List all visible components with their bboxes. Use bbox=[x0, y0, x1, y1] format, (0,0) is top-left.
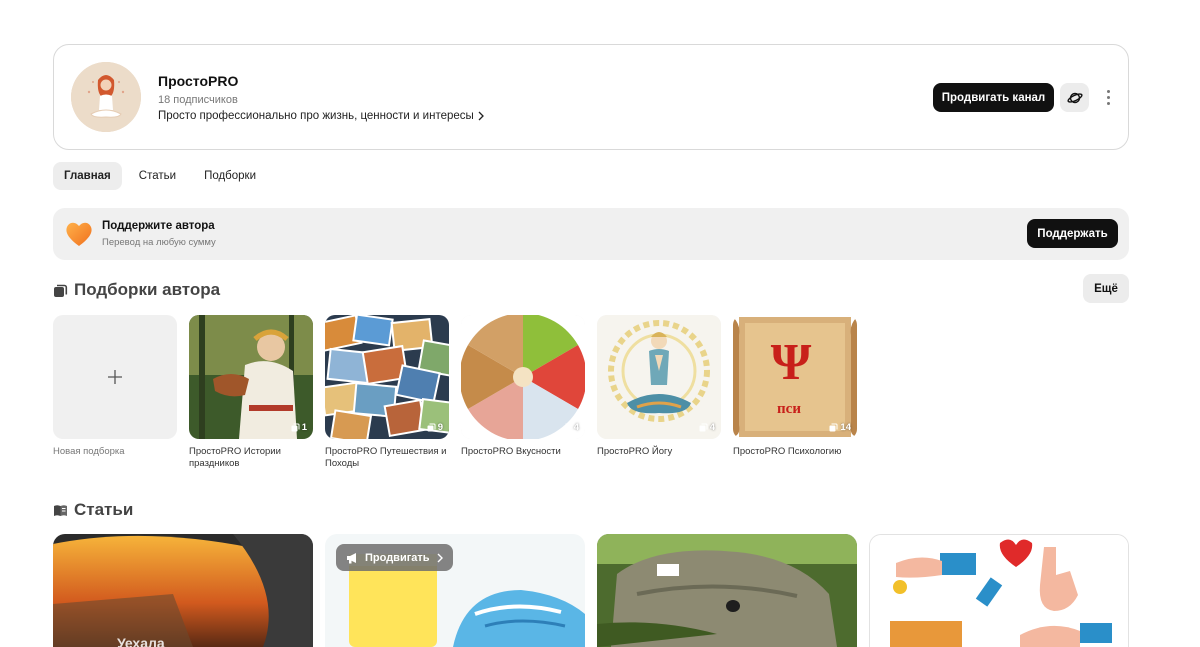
subscriber-count: 18 подписчиков bbox=[158, 94, 238, 106]
channel-avatar[interactable] bbox=[71, 62, 141, 132]
planet-button[interactable] bbox=[1060, 83, 1089, 112]
collections-heading: Подборки автора bbox=[53, 280, 220, 300]
channel-tabs: Главная Статьи Подборки bbox=[53, 162, 267, 190]
collection-card[interactable]: Ψ пси 14 ПростоPRO Психологию bbox=[733, 315, 857, 470]
article-caption: Уехала bbox=[117, 635, 165, 647]
heart-icon bbox=[66, 222, 92, 246]
collection-cover[interactable]: 4 bbox=[461, 315, 585, 439]
channel-card: ПростоPRO 18 подписчиков Просто професси… bbox=[53, 44, 1129, 150]
collection-label[interactable]: ПростоPRO Йогу bbox=[597, 446, 721, 458]
articles-list: Уехала Продвигать bbox=[53, 534, 1129, 647]
holiday-painting-image bbox=[189, 315, 313, 439]
megaphone-icon bbox=[347, 552, 356, 563]
promote-channel-button[interactable]: Продвигать канал bbox=[933, 83, 1054, 112]
article-card[interactable]: Уехала bbox=[53, 534, 313, 647]
chevron-right-icon bbox=[478, 111, 484, 121]
articles-icon bbox=[54, 504, 67, 516]
dot-icon bbox=[1106, 90, 1110, 93]
promote-article-label: Продвигать bbox=[365, 551, 430, 564]
car-mirror-sunset-image bbox=[53, 534, 313, 647]
yoga-mandala-image bbox=[597, 315, 721, 439]
collection-label[interactable]: ПростоPRO Истории праздников bbox=[189, 446, 313, 470]
dot-icon bbox=[1106, 96, 1110, 99]
collection-stack-icon bbox=[829, 423, 838, 432]
psychology-scroll-image: Ψ пси bbox=[733, 315, 857, 439]
collections-icon bbox=[54, 284, 68, 297]
support-author-card: Поддержите автора Перевод на любую сумму… bbox=[53, 208, 1129, 260]
plus-icon bbox=[108, 370, 122, 384]
promote-article-button[interactable]: Продвигать bbox=[336, 544, 453, 571]
more-collections-button[interactable]: Ещё bbox=[1083, 274, 1129, 303]
support-title: Поддержите автора bbox=[102, 220, 215, 232]
dot-icon bbox=[1106, 102, 1110, 105]
articles-heading: Статьи bbox=[53, 500, 133, 520]
collection-label[interactable]: ПростоPRO Психологию bbox=[733, 446, 857, 458]
channel-description[interactable]: Просто профессионально про жизнь, ценнос… bbox=[158, 110, 485, 122]
collections-list: Новая подборка 1 ПростоPRO Истории празд… bbox=[53, 315, 857, 470]
collection-cover[interactable]: 9 bbox=[325, 315, 449, 439]
collection-label[interactable]: ПростоPRO Путешествия и Походы bbox=[325, 446, 449, 470]
collection-count: 4 bbox=[699, 422, 715, 433]
support-button[interactable]: Поддержать bbox=[1027, 219, 1118, 248]
donation-hands-image bbox=[870, 535, 1128, 647]
new-collection-tile[interactable] bbox=[53, 315, 177, 439]
collection-cover[interactable]: 1 bbox=[189, 315, 313, 439]
collection-count: 14 bbox=[829, 422, 851, 433]
article-card[interactable] bbox=[597, 534, 857, 647]
collection-stack-icon bbox=[699, 423, 708, 432]
collection-count: 4 bbox=[563, 422, 579, 433]
collection-stack-icon bbox=[563, 423, 572, 432]
more-options-button[interactable] bbox=[1098, 83, 1118, 112]
collection-cover[interactable]: 4 bbox=[597, 315, 721, 439]
new-collection-label: Новая подборка bbox=[53, 446, 125, 457]
collection-label[interactable]: ПростоPRO Вкусности bbox=[461, 446, 585, 458]
article-card[interactable]: Продвигать bbox=[325, 534, 585, 647]
yoga-woman-avatar-image bbox=[71, 62, 141, 132]
support-subtitle: Перевод на любую сумму bbox=[102, 237, 216, 248]
collection-card[interactable]: 4 ПростоPRO Вкусности bbox=[461, 315, 585, 470]
collections-title: Подборки автора bbox=[74, 280, 221, 299]
collection-stack-icon bbox=[291, 423, 300, 432]
collection-cover[interactable]: Ψ пси 14 bbox=[733, 315, 857, 439]
new-collection-card[interactable]: Новая подборка bbox=[53, 315, 177, 470]
collection-card[interactable]: 9 ПростоPRO Путешествия и Походы bbox=[325, 315, 449, 470]
collection-count: 1 bbox=[291, 422, 307, 433]
travel-photos-image bbox=[325, 315, 449, 439]
chevron-right-icon bbox=[437, 553, 443, 562]
tab-main[interactable]: Главная bbox=[53, 162, 122, 190]
psi-caption: пси bbox=[777, 401, 801, 417]
channel-description-text: Просто профессионально про жизнь, ценнос… bbox=[158, 110, 474, 122]
planet-icon bbox=[1066, 92, 1083, 103]
dolmen-stone-image bbox=[597, 534, 857, 647]
collection-card[interactable]: 1 ПростоPRO Истории праздников bbox=[189, 315, 313, 470]
article-card[interactable] bbox=[869, 534, 1129, 647]
articles-title: Статьи bbox=[74, 500, 134, 519]
channel-name[interactable]: ПростоPRO bbox=[158, 73, 238, 89]
svg-text:Ψ: Ψ bbox=[771, 334, 812, 391]
tab-collections[interactable]: Подборки bbox=[193, 162, 267, 190]
collection-count: 9 bbox=[427, 422, 443, 433]
collection-stack-icon bbox=[427, 423, 436, 432]
food-wheel-image bbox=[461, 315, 585, 439]
tab-articles[interactable]: Статьи bbox=[128, 162, 187, 190]
collection-card[interactable]: 4 ПростоPRO Йогу bbox=[597, 315, 721, 470]
